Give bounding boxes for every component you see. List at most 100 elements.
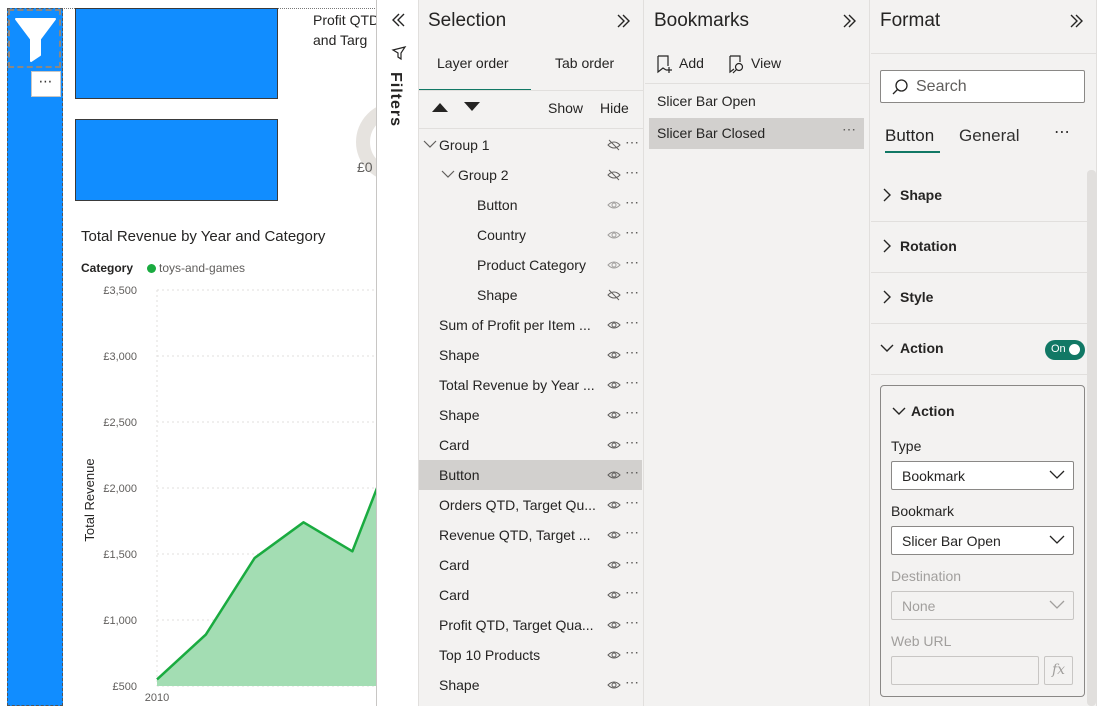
layer-row[interactable]: Country ⋯ — [419, 220, 642, 250]
more-options-icon[interactable]: ⋯ — [625, 614, 639, 631]
layer-row[interactable]: Orders QTD, Target Qu... ⋯ — [419, 490, 642, 520]
more-options-icon[interactable]: ⋯ — [625, 254, 639, 271]
layer-row[interactable]: Card ⋯ — [419, 550, 642, 580]
chevron-down-icon[interactable] — [892, 406, 906, 416]
eye-icon[interactable] — [607, 499, 621, 511]
eye-icon[interactable] — [607, 439, 621, 451]
more-options-icon[interactable]: ⋯ — [842, 121, 856, 138]
collapse-format-icon[interactable] — [1069, 13, 1085, 29]
eye-icon[interactable] — [607, 619, 621, 631]
more-options-icon[interactable]: ⋯ — [625, 434, 639, 451]
chevron-down-icon[interactable] — [441, 169, 455, 179]
layer-label: Card — [439, 557, 470, 573]
eye-icon[interactable] — [607, 199, 621, 211]
section-style[interactable]: Style — [871, 273, 1091, 324]
collapse-bookmarks-icon[interactable] — [842, 13, 858, 29]
eye-icon[interactable] — [607, 379, 621, 391]
filters-label[interactable]: Filters — [386, 72, 404, 127]
add-bookmark-button[interactable]: Add — [656, 53, 716, 75]
eye-icon[interactable] — [607, 349, 621, 361]
tab-layer-order[interactable]: Layer order — [437, 55, 509, 71]
layer-row[interactable]: Shape ⋯ — [419, 280, 642, 310]
layer-label: Total Revenue by Year ... — [439, 377, 595, 393]
more-options-icon[interactable]: ⋯ — [625, 554, 639, 571]
more-options-icon[interactable]: ⋯ — [625, 224, 639, 241]
bookmark-dropdown[interactable]: Slicer Bar Open — [891, 526, 1074, 555]
layer-row[interactable]: Shape ⋯ — [419, 340, 642, 370]
tab-tab-order[interactable]: Tab order — [555, 55, 614, 71]
more-options-icon[interactable]: ⋯ — [625, 524, 639, 541]
collapse-selection-icon[interactable] — [616, 13, 632, 29]
layer-row[interactable]: Shape ⋯ — [419, 670, 642, 700]
layer-row[interactable]: Revenue QTD, Target ... ⋯ — [419, 520, 642, 550]
layer-row[interactable]: Shape ⋯ — [419, 400, 642, 430]
format-search-input[interactable] — [880, 70, 1085, 103]
eye-hidden-icon[interactable] — [607, 289, 621, 301]
layer-row[interactable]: Card ⋯ — [419, 580, 642, 610]
layer-row[interactable]: Group 1 ⋯ — [419, 130, 642, 160]
format-more-options[interactable]: ⋯ — [1054, 122, 1070, 141]
eye-icon[interactable] — [607, 559, 621, 571]
more-options-icon[interactable]: ⋯ — [625, 284, 639, 301]
eye-icon[interactable] — [607, 469, 621, 481]
move-up-icon[interactable] — [431, 100, 449, 114]
show-all-button[interactable]: Show — [548, 100, 583, 116]
eye-icon[interactable] — [607, 319, 621, 331]
move-down-icon[interactable] — [463, 100, 481, 114]
layer-row[interactable]: Group 2 ⋯ — [419, 160, 642, 190]
more-options-icon[interactable]: ⋯ — [625, 644, 639, 661]
filter-button-selected[interactable] — [8, 9, 61, 68]
eye-icon[interactable] — [607, 679, 621, 691]
hide-all-button[interactable]: Hide — [600, 100, 629, 116]
section-shape[interactable]: Shape — [871, 171, 1091, 222]
view-label: View — [751, 55, 782, 71]
more-options-icon[interactable]: ⋯ — [625, 494, 639, 511]
visual-more-options[interactable]: ⋯ — [31, 71, 61, 97]
kpi-card-blue-2[interactable] — [75, 119, 278, 201]
more-options-icon[interactable]: ⋯ — [625, 674, 639, 691]
legend-entry[interactable]: toys-and-games — [159, 261, 245, 275]
bookmark-item[interactable]: Slicer Bar Open — [649, 86, 864, 117]
more-options-icon[interactable]: ⋯ — [625, 374, 639, 391]
eye-icon[interactable] — [607, 409, 621, 421]
layer-row[interactable]: Sum of Profit per Item ... ⋯ — [419, 310, 642, 340]
more-options-icon[interactable]: ⋯ — [625, 404, 639, 421]
more-options-icon[interactable]: ⋯ — [625, 194, 639, 211]
layer-row[interactable]: Profit QTD, Target Qua... ⋯ — [419, 610, 642, 640]
more-options-icon[interactable]: ⋯ — [625, 164, 639, 181]
layer-label: Shape — [439, 347, 480, 363]
kpi-card-blue-1[interactable] — [75, 8, 278, 99]
section-rotation[interactable]: Rotation — [871, 222, 1091, 273]
slicer-bar-shape[interactable] — [7, 8, 63, 706]
chevron-down-icon — [1049, 600, 1065, 609]
eye-icon[interactable] — [607, 229, 621, 241]
eye-hidden-icon[interactable] — [607, 169, 621, 181]
type-dropdown[interactable]: Bookmark — [891, 461, 1074, 490]
more-options-icon[interactable]: ⋯ — [625, 584, 639, 601]
tab-general[interactable]: General — [959, 126, 1019, 146]
layer-row[interactable]: Button ⋯ — [419, 460, 642, 490]
eye-hidden-icon[interactable] — [607, 139, 621, 151]
eye-icon[interactable] — [607, 589, 621, 601]
eye-icon[interactable] — [607, 529, 621, 541]
layer-row[interactable]: Button ⋯ — [419, 190, 642, 220]
chevron-down-icon[interactable] — [423, 139, 437, 149]
more-options-icon[interactable]: ⋯ — [625, 134, 639, 151]
view-bookmark-button[interactable]: View — [728, 53, 788, 75]
layer-row[interactable]: Top 10 Products ⋯ — [419, 640, 642, 670]
layer-row[interactable]: Card ⋯ — [419, 430, 642, 460]
chevron-right-icon — [883, 239, 891, 253]
more-options-icon[interactable]: ⋯ — [625, 344, 639, 361]
section-label: Style — [900, 289, 934, 305]
bookmark-item[interactable]: Slicer Bar Closed ⋯ — [649, 118, 864, 149]
more-options-icon[interactable]: ⋯ — [625, 314, 639, 331]
layer-row[interactable]: Total Revenue by Year ... ⋯ — [419, 370, 642, 400]
layer-row[interactable]: Product Category ⋯ — [419, 250, 642, 280]
eye-icon[interactable] — [607, 259, 621, 271]
eye-icon[interactable] — [607, 649, 621, 661]
revenue-area-chart[interactable]: £500 £1,000 £1,500 £2,000 £2,500 £3,000 £3,500… — [64, 280, 377, 706]
action-card-title[interactable]: Action — [911, 403, 955, 419]
more-options-icon[interactable]: ⋯ — [625, 464, 639, 481]
tab-button[interactable]: Button — [885, 126, 934, 146]
expand-filters-icon[interactable] — [390, 12, 406, 28]
